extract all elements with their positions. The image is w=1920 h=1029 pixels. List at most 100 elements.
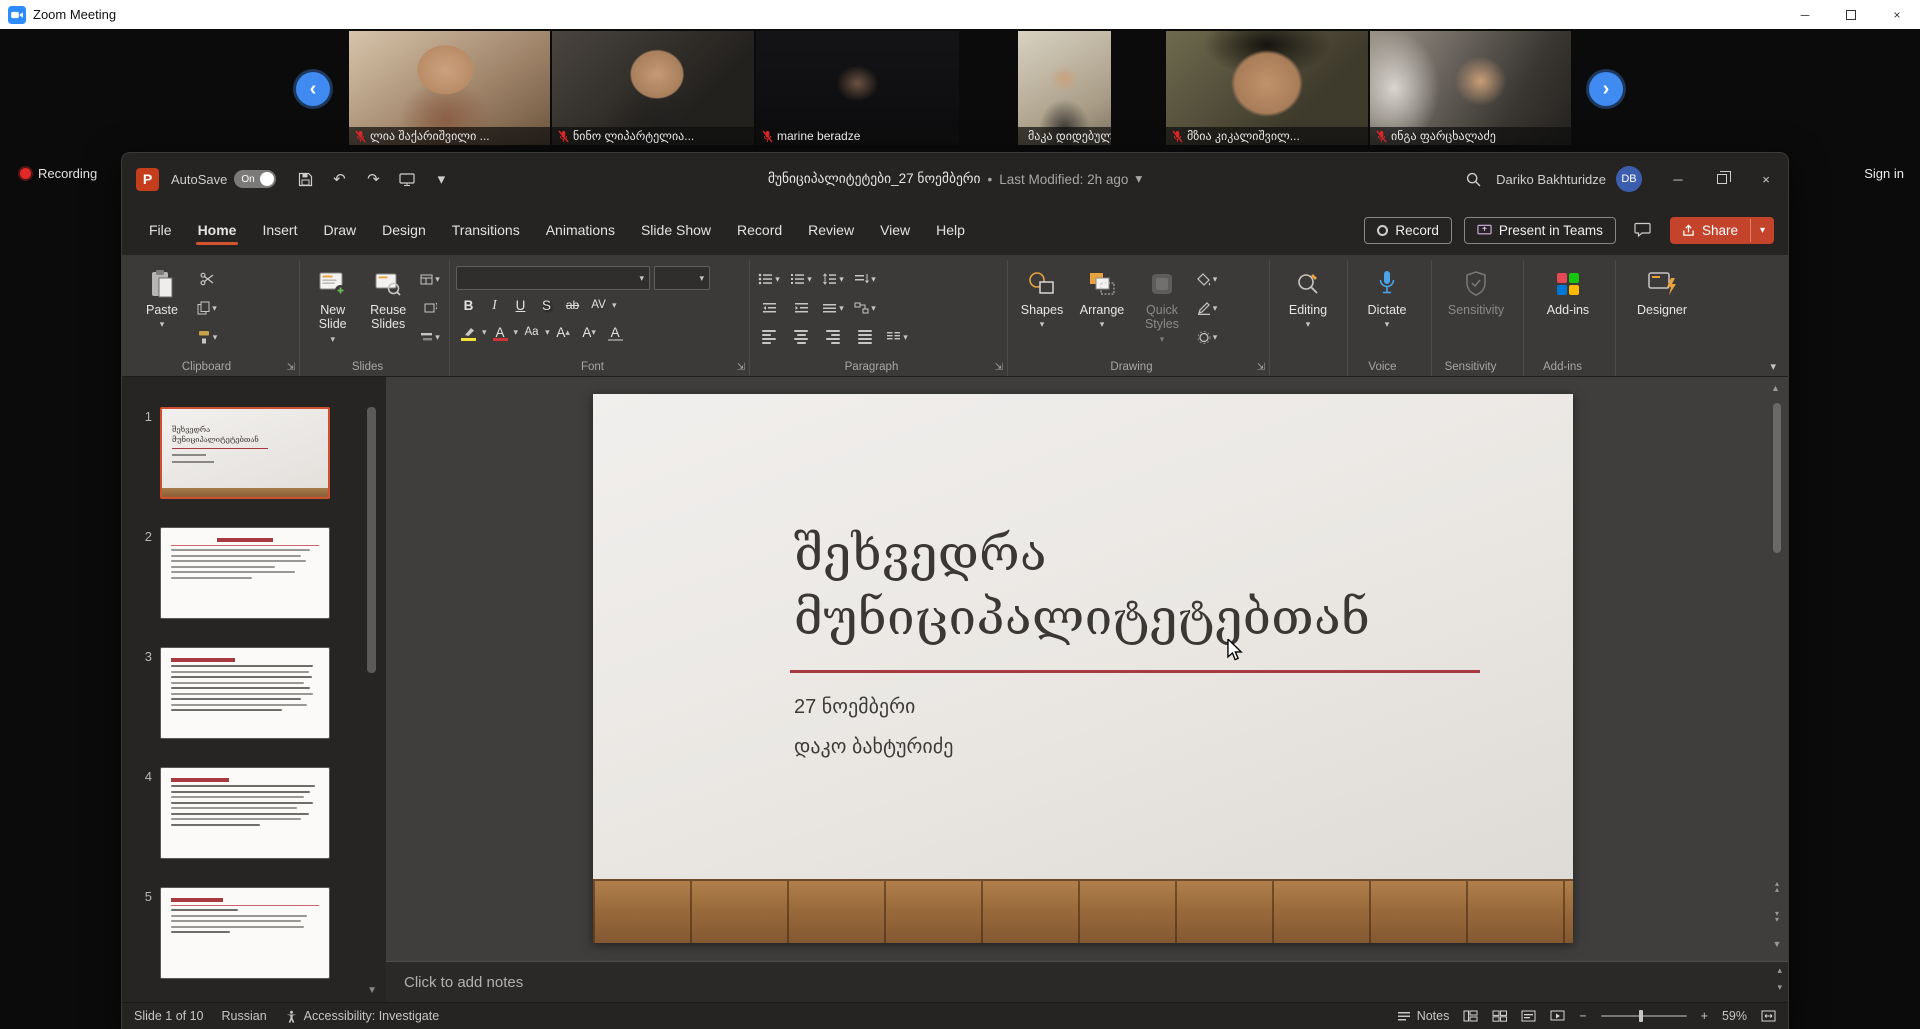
record-button[interactable]: Record — [1364, 217, 1452, 244]
document-title[interactable]: მუნიციპალიტეტები_27 ნოემბერი • Last Modi… — [768, 153, 1142, 205]
next-slide-button[interactable]: ▾▾ — [1769, 911, 1785, 923]
align-text-button[interactable]: ▾ — [820, 295, 846, 321]
zoom-close-button[interactable]: × — [1874, 0, 1920, 29]
slide-editing-area[interactable]: შეხვედრა მუნიციპალიტეტებთან 27 ნოემბერი … — [386, 377, 1788, 961]
numbering-button[interactable]: ▾ — [788, 266, 814, 292]
shape-fill-button[interactable]: ▾ — [1194, 266, 1220, 292]
menu-view[interactable]: View — [867, 213, 923, 247]
autosave-toggle[interactable]: On — [234, 170, 276, 188]
text-shadow-button[interactable]: S — [534, 293, 559, 317]
slide-author[interactable]: დაკო ბახტურიძე — [794, 734, 953, 759]
reuse-slides-button[interactable]: Reuse Slides — [363, 262, 413, 358]
clipboard-dialog-launcher[interactable]: ⇲ — [287, 362, 295, 373]
scrollbar-thumb[interactable] — [1773, 403, 1781, 553]
scroll-up-icon[interactable]: ▲ — [1771, 383, 1780, 393]
scroll-down-icon[interactable]: ▼ — [367, 985, 377, 996]
menu-home[interactable]: Home — [185, 213, 250, 247]
menu-file[interactable]: File — [136, 213, 185, 247]
format-painter-button[interactable]: ▾ — [194, 324, 220, 350]
columns-button[interactable]: ▾ — [884, 324, 910, 350]
menu-draw[interactable]: Draw — [310, 213, 369, 247]
slide-number-indicator[interactable]: Slide 1 of 10 — [134, 1009, 204, 1023]
save-button[interactable] — [290, 164, 320, 194]
slide-sorter-view-button[interactable] — [1492, 1010, 1507, 1022]
redo-button[interactable]: ↷ — [358, 164, 388, 194]
share-button[interactable]: Share ▾ — [1670, 217, 1774, 244]
align-center-button[interactable] — [788, 324, 814, 350]
zoom-minimize-button[interactable]: ─ — [1782, 0, 1828, 29]
notes-scroll-up-icon[interactable]: ▴ — [1777, 965, 1782, 976]
slide-scrollbar[interactable]: ▲ ▴▴ ▾▾ ▼ — [1769, 381, 1785, 957]
shrink-font-button[interactable]: A▾ — [577, 320, 602, 344]
scroll-down-icon[interactable]: ▼ — [1769, 939, 1785, 949]
present-in-teams-button[interactable]: Present in Teams — [1464, 217, 1616, 244]
slide-thumbnail-3[interactable] — [160, 647, 330, 739]
strikethrough-button[interactable]: ab — [560, 293, 585, 317]
font-name-combobox[interactable]: ▾ — [456, 266, 650, 290]
accessibility-checker[interactable]: Accessibility: Investigate — [285, 1009, 439, 1023]
slide-title[interactable]: შეხვედრა მუნიციპალიტეტებთან — [794, 522, 1534, 649]
font-dialog-launcher[interactable]: ⇲ — [737, 362, 745, 373]
zoom-out-button[interactable]: − — [1579, 1009, 1586, 1023]
copy-button[interactable]: ▾ — [194, 295, 220, 321]
quick-styles-button[interactable]: Quick Styles ▾ — [1134, 262, 1190, 358]
drawing-dialog-launcher[interactable]: ⇲ — [1257, 362, 1265, 373]
menu-design[interactable]: Design — [369, 213, 439, 247]
editing-button[interactable]: Editing ▾ — [1276, 262, 1340, 358]
comments-button[interactable] — [1628, 215, 1658, 245]
scrollbar-thumb[interactable] — [367, 407, 376, 673]
character-spacing-button[interactable]: AV — [586, 293, 611, 317]
notes-pane[interactable]: Click to add notes ▴ ▾ — [386, 961, 1788, 1002]
shapes-button[interactable]: Shapes ▾ — [1014, 262, 1070, 358]
thumbnail-scrollbar[interactable] — [367, 407, 376, 965]
menu-review[interactable]: Review — [795, 213, 867, 247]
participant-video[interactable]: ინგა ფარცხალაძე — [1370, 31, 1571, 145]
designer-button[interactable]: Designer — [1622, 262, 1702, 358]
participant-video[interactable]: მზია კიკალიშვილ... — [1166, 31, 1368, 145]
autosave-control[interactable]: AutoSave On — [171, 170, 276, 188]
menu-record[interactable]: Record — [724, 213, 795, 247]
shape-effects-button[interactable]: ▾ — [1194, 324, 1220, 350]
notes-placeholder[interactable]: Click to add notes — [404, 974, 523, 991]
menu-animations[interactable]: Animations — [533, 213, 628, 247]
account-avatar[interactable]: DB — [1616, 166, 1642, 192]
collapse-ribbon-button[interactable]: ▾ — [1770, 360, 1776, 373]
language-indicator[interactable]: Russian — [222, 1009, 267, 1023]
notes-toggle-button[interactable]: Notes — [1397, 1009, 1450, 1023]
start-presentation-button[interactable] — [392, 164, 422, 194]
paste-button[interactable]: Paste ▾ — [134, 262, 190, 358]
notes-scroll-down-icon[interactable]: ▾ — [1777, 982, 1782, 993]
sign-in-link[interactable]: Sign in — [1864, 166, 1904, 181]
slide-thumbnail-5[interactable] — [160, 887, 330, 979]
zoom-level[interactable]: 59% — [1722, 1009, 1747, 1023]
undo-button[interactable]: ↶ — [324, 164, 354, 194]
font-color-button[interactable]: A — [488, 320, 513, 344]
align-right-button[interactable] — [820, 324, 846, 350]
slideshow-view-button[interactable] — [1550, 1010, 1565, 1022]
reset-slide-button[interactable] — [417, 295, 443, 321]
slide-thumbnail-4[interactable] — [160, 767, 330, 859]
normal-view-button[interactable] — [1463, 1010, 1478, 1022]
text-highlight-button[interactable] — [456, 320, 481, 344]
slide-thumbnail-1[interactable]: შეხვედრა მუნიციპალიტეტებთან — [160, 407, 330, 499]
menu-slide-show[interactable]: Slide Show — [628, 213, 724, 247]
slide-date[interactable]: 27 ნოემბერი — [794, 694, 915, 719]
justify-button[interactable] — [852, 324, 878, 350]
zoom-slider[interactable] — [1601, 1015, 1687, 1017]
slide-layout-button[interactable]: ▾ — [417, 266, 443, 292]
zoom-maximize-button[interactable] — [1828, 0, 1874, 29]
bold-button[interactable]: B — [456, 293, 481, 317]
slide-canvas[interactable]: შეხვედრა მუნიციპალიტეტებთან 27 ნოემბერი … — [593, 394, 1573, 943]
text-direction-button[interactable]: ▾ — [852, 266, 878, 292]
slide-thumbnail-2[interactable] — [160, 527, 330, 619]
ppt-restore-button[interactable] — [1700, 153, 1744, 205]
menu-help[interactable]: Help — [923, 213, 978, 247]
reading-view-button[interactable] — [1521, 1010, 1536, 1022]
addins-button[interactable]: Add-ins — [1530, 262, 1606, 358]
bullets-button[interactable]: ▾ — [756, 266, 782, 292]
share-dropdown[interactable]: ▾ — [1750, 219, 1774, 242]
filmstrip-previous-button[interactable]: ‹ — [296, 72, 330, 106]
menu-insert[interactable]: Insert — [249, 213, 310, 247]
ppt-minimize-button[interactable]: ─ — [1656, 153, 1700, 205]
new-slide-button[interactable]: New Slide ▾ — [306, 262, 359, 358]
